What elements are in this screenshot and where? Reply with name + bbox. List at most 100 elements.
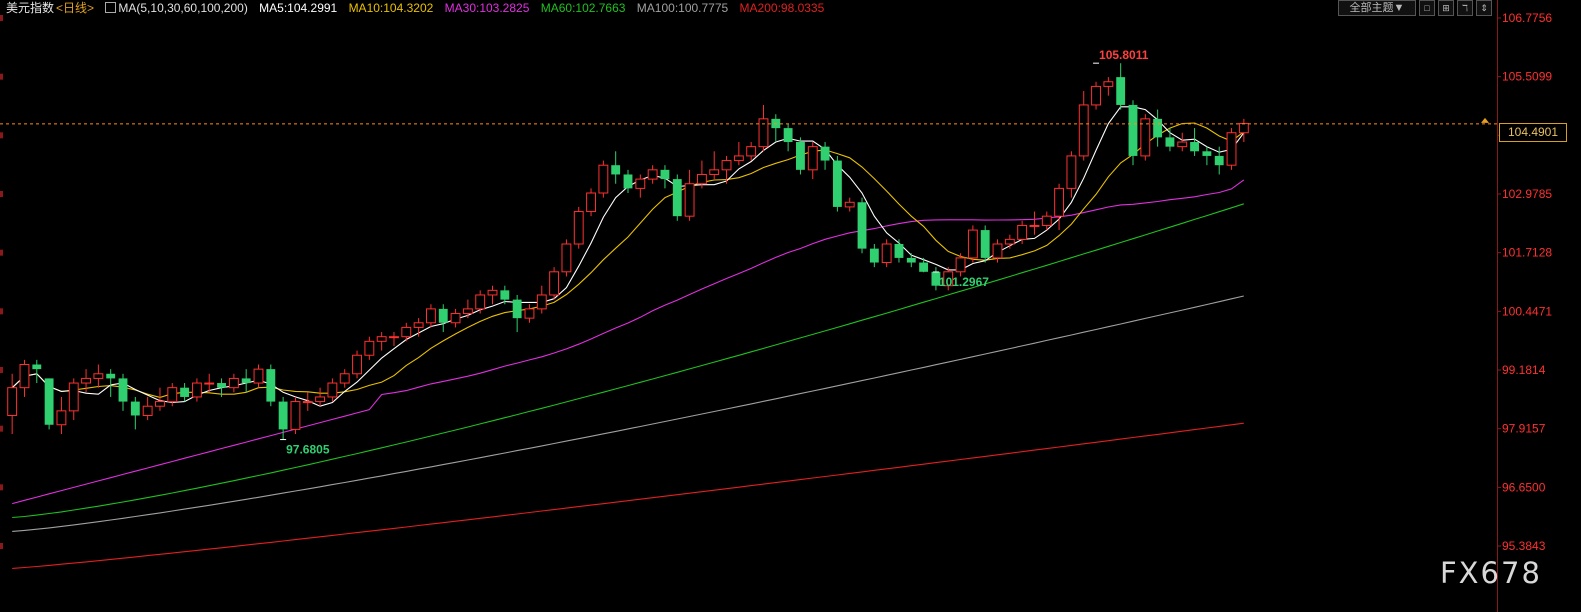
candle-body-down <box>672 179 682 217</box>
candle-body-up <box>746 146 757 157</box>
candle-body-up <box>721 160 732 171</box>
y-tick-label: 96.6500 <box>1502 480 1546 494</box>
candle-body-down <box>500 290 510 300</box>
candle-body-down <box>278 401 288 430</box>
left-tick-mark <box>0 367 3 373</box>
candle-body-down <box>919 262 929 272</box>
left-tick-mark <box>0 425 3 432</box>
candle-body-up <box>524 308 535 319</box>
candle-body-down <box>1128 104 1138 156</box>
candle-body-down <box>623 174 633 189</box>
candle-body-up <box>327 382 338 398</box>
candle-body-down <box>32 364 42 370</box>
candle-body-up <box>352 354 362 375</box>
candle-body-up <box>1041 215 1052 226</box>
candle-body-up <box>1238 122 1249 134</box>
candle-body-up <box>462 308 473 315</box>
ma100-line <box>12 295 1244 532</box>
candle-body-up <box>758 118 769 148</box>
candle-body-down <box>106 373 116 379</box>
ma5-line <box>11 106 1245 407</box>
candle-body-up <box>955 257 966 273</box>
candle-body-up <box>536 294 547 310</box>
candle-body-up <box>450 313 461 324</box>
watermark: FX678 <box>1440 556 1542 590</box>
candle-body-down <box>512 299 522 319</box>
candle-body-up <box>573 211 584 245</box>
candle-body-down <box>832 160 842 207</box>
candle-body-up <box>1029 224 1040 227</box>
candle-body-up <box>684 183 695 217</box>
candle-body-up <box>376 336 387 342</box>
candle-body-down <box>820 146 830 161</box>
candle-body-up <box>1066 155 1077 189</box>
candle-body-down <box>660 169 670 180</box>
candle-body-up <box>696 173 707 185</box>
candle-body-down <box>894 243 904 258</box>
candle-body-down <box>1116 77 1126 105</box>
candle-body-down <box>44 378 54 425</box>
candle-body-up <box>302 401 313 404</box>
candle-body-up <box>81 377 91 384</box>
candle-body-down <box>857 202 867 249</box>
candle-body-up <box>967 229 978 259</box>
candle-body-up <box>1078 104 1089 157</box>
candle-body-up <box>19 364 30 389</box>
candle-body-down <box>796 142 805 170</box>
ma200-line <box>12 422 1244 569</box>
y-tick-label: 102.9785 <box>1502 187 1552 201</box>
extreme-value-label: 105.8011 <box>1099 48 1149 62</box>
candle-body-up <box>561 243 572 273</box>
candle-body-up <box>204 382 215 385</box>
candle-body-up <box>191 382 202 398</box>
candle-body-up <box>844 201 855 208</box>
candle-body-up <box>425 308 436 324</box>
candle-body-up <box>155 401 165 407</box>
candle-body-up <box>1103 81 1114 87</box>
annotations: 105.8011 97.6805 101.2967 <box>280 48 1149 457</box>
candle-body-down <box>1153 118 1163 138</box>
candle-body-down <box>438 308 448 323</box>
left-tick-mark <box>0 484 3 491</box>
candle-body-down <box>1214 155 1224 166</box>
left-tick-mark <box>0 15 3 21</box>
candle-body-down <box>241 378 251 384</box>
candle-body-up <box>413 322 424 328</box>
candle-body-up <box>549 271 560 296</box>
candle-body-up <box>68 382 79 412</box>
y-tick-label: 106.7756 <box>1502 11 1552 25</box>
candle-body-up <box>1091 85 1101 106</box>
candle-body-up <box>7 387 18 416</box>
y-tick-label: 100.4471 <box>1502 304 1552 318</box>
candle-body-up <box>1226 132 1237 166</box>
candlestick-chart[interactable]: 105.8011 97.6805 101.2967 106.7756 105.5099… <box>0 0 1581 612</box>
candle-body-up <box>364 340 375 356</box>
candle-body-down <box>906 257 916 263</box>
left-tick-mark <box>0 249 3 256</box>
y-tick-label: 99.1814 <box>1502 363 1546 377</box>
candle-body-down <box>118 378 128 402</box>
candle-body-up <box>401 326 412 338</box>
candle-body-up <box>487 289 498 296</box>
candle-body-up <box>56 410 67 426</box>
y-tick-label: 101.7128 <box>1502 246 1552 260</box>
candle-body-up <box>1004 238 1015 245</box>
candle-body-up <box>228 377 239 389</box>
current-price-label: 104.4901 <box>1499 122 1567 142</box>
candle-body-up <box>647 169 658 180</box>
left-tick-mark <box>0 191 3 197</box>
y-axis-line <box>1497 0 1498 612</box>
candle-body-up <box>733 155 744 162</box>
candle-body-up <box>142 405 153 416</box>
candle-body-up <box>1017 224 1028 240</box>
candle-body-down <box>1190 142 1200 152</box>
left-tick-mark <box>0 132 3 139</box>
candle-body-up <box>1177 141 1188 148</box>
candle-body-up <box>167 387 178 403</box>
candle-body-down <box>266 369 276 402</box>
candle-body-up <box>290 401 301 430</box>
candle-body-up <box>93 373 104 379</box>
extreme-value-label: 97.6805 <box>286 443 330 457</box>
candle-body-down <box>611 165 621 175</box>
candle-body-down <box>217 383 226 388</box>
